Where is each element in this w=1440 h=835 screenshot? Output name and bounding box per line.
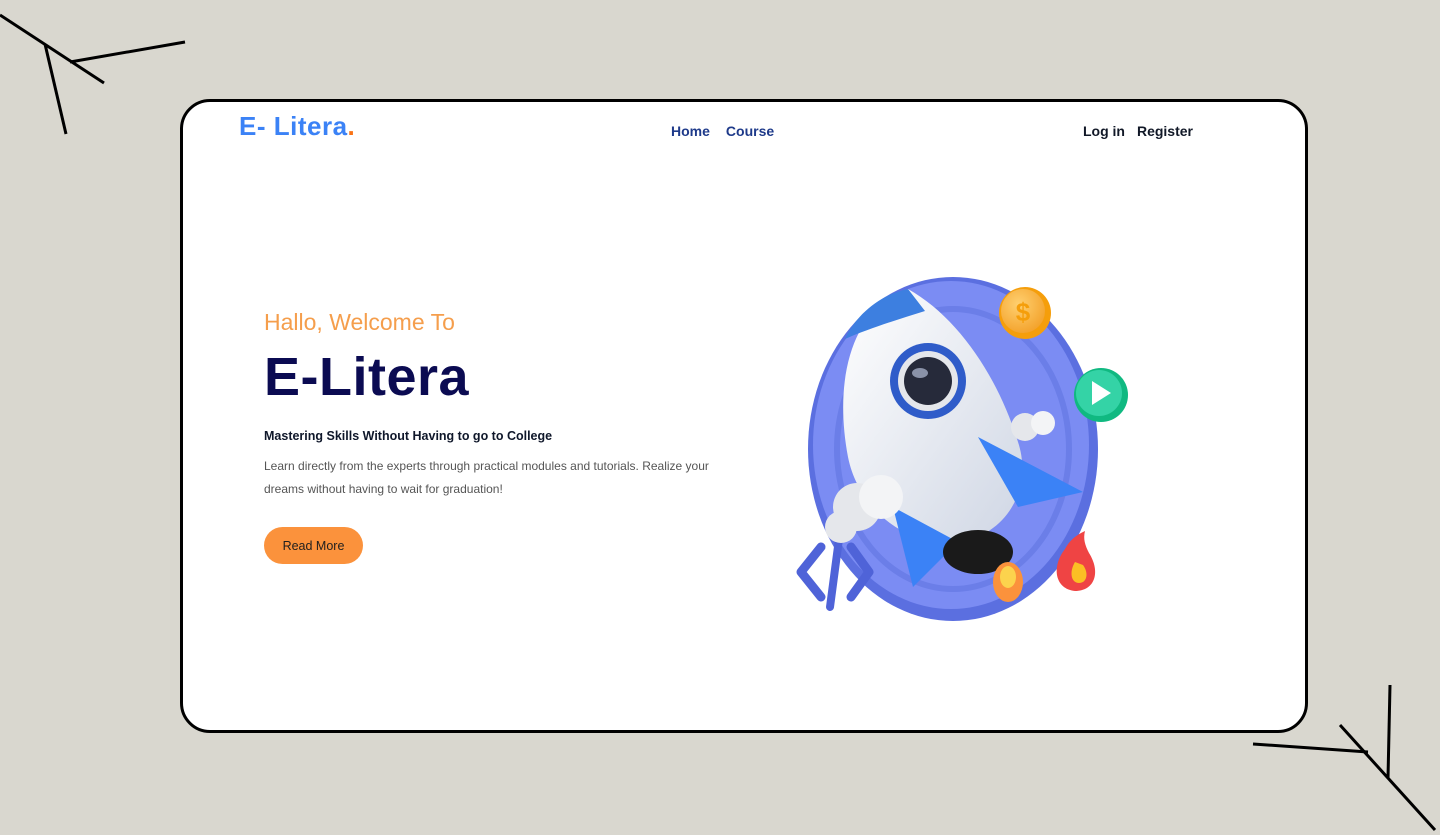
brand-dot: . bbox=[347, 111, 356, 141]
coin-symbol: $ bbox=[1016, 297, 1031, 327]
browser-frame: E- Litera. Home Course Log in Register H… bbox=[180, 99, 1308, 733]
login-link[interactable]: Log in bbox=[1083, 123, 1125, 139]
porthole-icon bbox=[890, 343, 966, 419]
hero-greeting: Hallo, Welcome To bbox=[264, 309, 455, 335]
brand-name: E- Litera bbox=[239, 111, 348, 141]
auth-links: Log in Register bbox=[1083, 123, 1193, 139]
hero-section: Hallo, Welcome To E-Litera Mastering Ski… bbox=[264, 307, 724, 564]
main-nav: Home Course bbox=[671, 123, 774, 139]
nav-item-course[interactable]: Course bbox=[726, 123, 774, 139]
decorative-lines-top-left bbox=[0, 13, 186, 135]
hero-description: Learn directly from the experts through … bbox=[264, 459, 709, 496]
brand-logo[interactable]: E- Litera. bbox=[239, 111, 355, 142]
hero-illustration: $ bbox=[796, 277, 1128, 621]
register-link[interactable]: Register bbox=[1137, 123, 1193, 139]
read-more-button[interactable]: Read More bbox=[264, 527, 363, 564]
coin-icon: $ bbox=[999, 287, 1051, 339]
hero-title: E-Litera bbox=[264, 347, 470, 407]
play-icon bbox=[1074, 368, 1128, 422]
hero-subtitle: Mastering Skills Without Having to go to… bbox=[264, 429, 553, 443]
nav-item-home[interactable]: Home bbox=[671, 123, 710, 139]
